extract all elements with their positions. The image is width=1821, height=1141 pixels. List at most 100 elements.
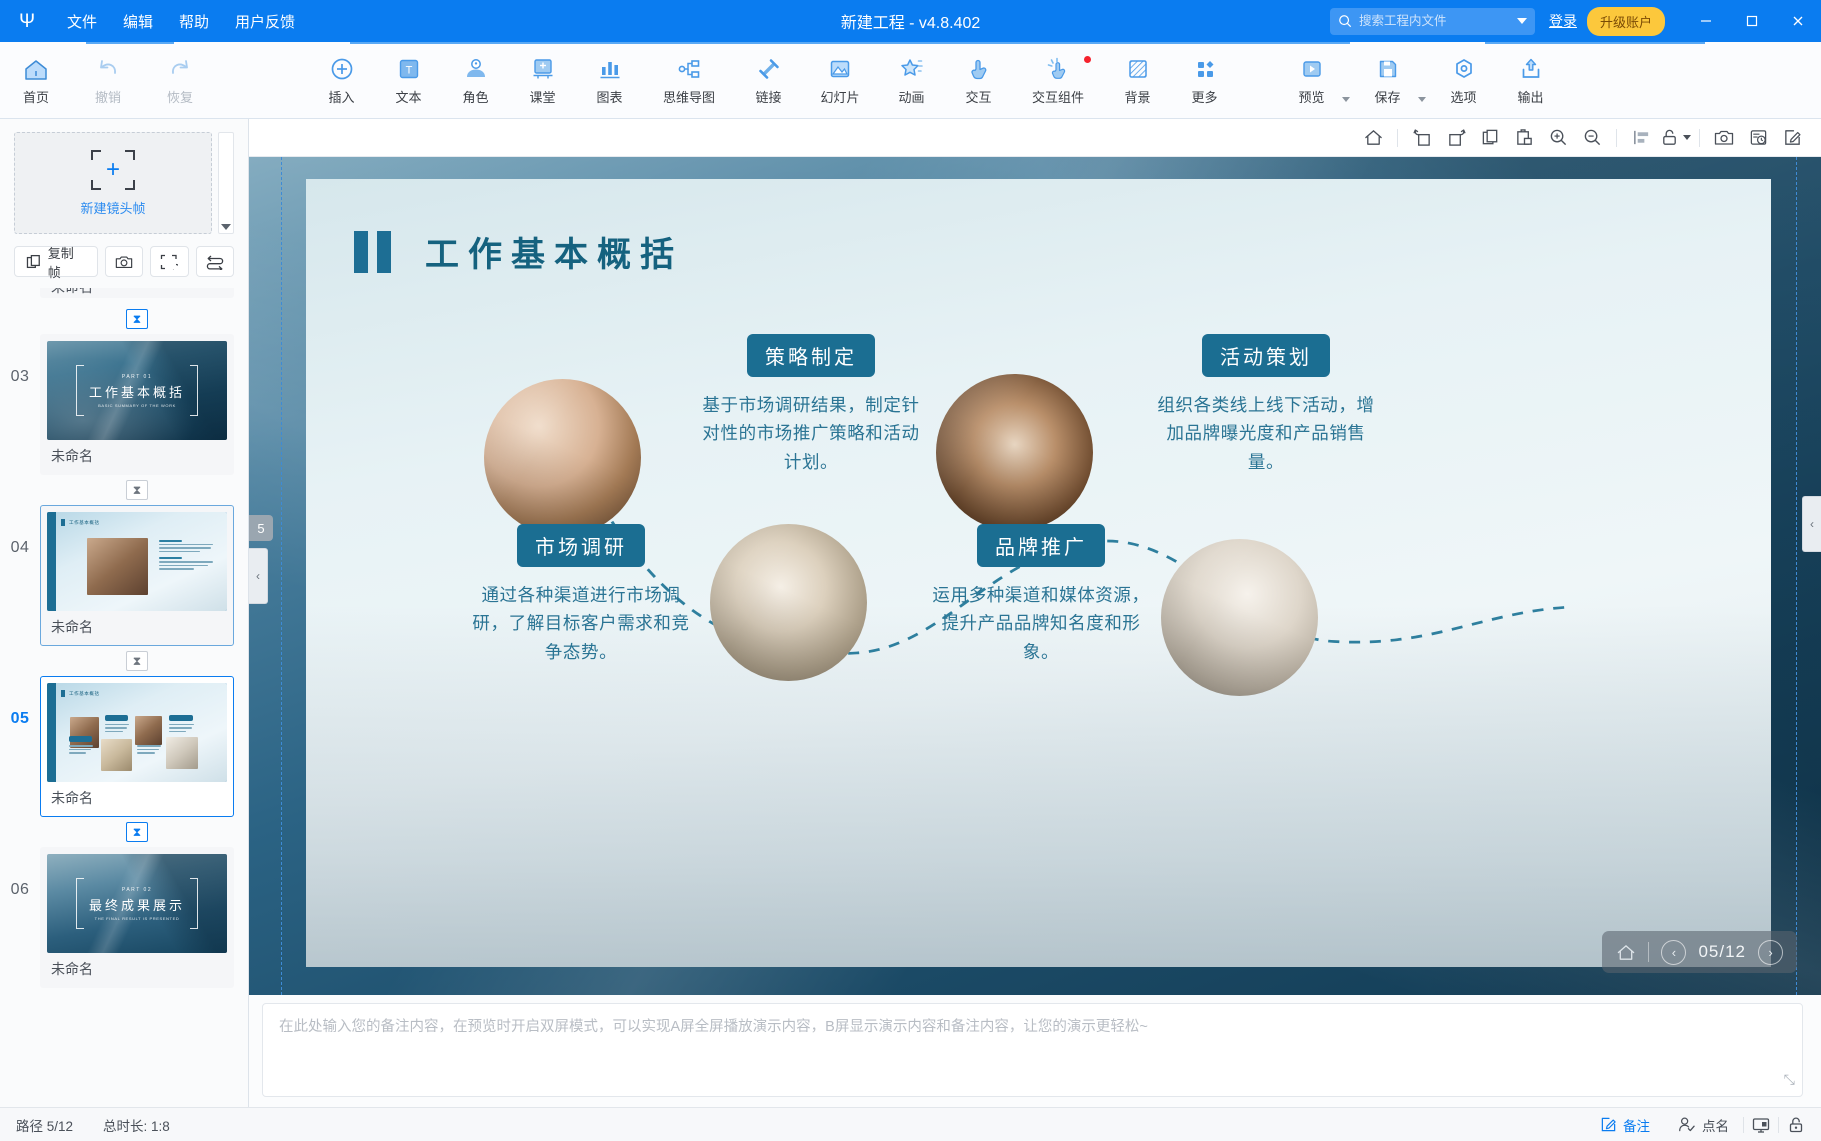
menu-item-help[interactable]: 帮助: [166, 5, 222, 38]
copy-icon: [1482, 129, 1497, 145]
star-animation-icon: [899, 55, 925, 82]
list-item[interactable]: 未命名: [0, 288, 248, 304]
menu-item-edit[interactable]: 编辑: [110, 5, 166, 38]
list-item[interactable]: 04 工作基本概括 未命名: [0, 505, 248, 646]
align-button[interactable]: [1624, 121, 1658, 155]
prev-page-button[interactable]: ‹: [1661, 939, 1687, 965]
presenter-screen-button[interactable]: [1744, 1108, 1778, 1141]
save-disk-icon: [1375, 55, 1401, 82]
ribbon-classroom-button[interactable]: 课堂: [509, 42, 576, 118]
camera-button[interactable]: [104, 246, 144, 277]
ribbon-undo-button[interactable]: 撤销: [72, 42, 144, 118]
rollcall-button[interactable]: 点名: [1664, 1108, 1743, 1141]
new-frame-area: + 新建镜头帧: [0, 119, 248, 234]
login-link[interactable]: 登录: [1549, 11, 1577, 31]
ribbon-interaction-button[interactable]: 交互: [945, 42, 1012, 118]
slide-card[interactable]: PART 02 最终成果展示 THE FINAL RESULT IS PRESE…: [40, 847, 234, 988]
ribbon-background-button[interactable]: 背景: [1104, 42, 1171, 118]
node-market-research[interactable]: 市场调研 通过各种渠道进行市场调研，了解目标客户需求和竞争态势。: [466, 524, 696, 666]
ribbon-role-button[interactable]: 角色: [442, 42, 509, 118]
search-dropdown-icon[interactable]: [1516, 18, 1527, 24]
slide-card[interactable]: 工作基本概括 未命名: [40, 505, 234, 646]
ribbon-export-button[interactable]: 输出: [1497, 42, 1564, 118]
home-icon[interactable]: [1616, 943, 1636, 962]
upgrade-account-button[interactable]: 升级账户: [1586, 6, 1665, 36]
slide-stage[interactable]: 5 工作基本概括 策略制定 基于市场调研结果，制定针对性的市场推广策略和活动计划…: [249, 157, 1821, 995]
list-item[interactable]: 03 PART 01 工作基本概括 BASIC SUMMARY OF THE W…: [0, 334, 248, 475]
rotate-left-icon: [1412, 129, 1430, 146]
node-photo-2[interactable]: [710, 524, 867, 681]
ribbon-slideshow-button[interactable]: 幻灯片: [802, 42, 878, 118]
ribbon-interactive-component-button[interactable]: 交互组件: [1012, 42, 1104, 118]
transition-marker-slot[interactable]: ⧗: [0, 646, 248, 676]
page-navigation[interactable]: ‹ 05/12 ›: [1602, 931, 1797, 973]
zoom-out-button[interactable]: [1575, 121, 1609, 155]
ribbon-animation-button[interactable]: 动画: [878, 42, 945, 118]
ribbon-home-button[interactable]: 首页: [0, 42, 72, 118]
lock-toggle-button[interactable]: [1658, 121, 1692, 155]
ribbon-insert-button[interactable]: 插入: [308, 42, 375, 118]
zoom-out-icon: [1584, 129, 1600, 146]
node-strategy-desc: 基于市场调研结果，制定针对性的市场推广策略和活动计划。: [702, 395, 920, 472]
new-camera-frame-button[interactable]: + 新建镜头帧: [14, 132, 212, 234]
maximize-button[interactable]: [1729, 0, 1775, 42]
menu-item-file[interactable]: 文件: [54, 5, 110, 38]
chevron-down-icon: [221, 224, 231, 230]
snapshot-button[interactable]: [1707, 121, 1741, 155]
slide-card[interactable]: PART 01 工作基本概括 BASIC SUMMARY OF THE WORK…: [40, 334, 234, 475]
slide-list[interactable]: 未命名 ⧗ 03 P: [0, 288, 248, 1107]
copy-frame-button[interactable]: 复制帧: [14, 246, 98, 280]
history-button[interactable]: [1741, 121, 1775, 155]
collapse-right-panel-button[interactable]: ‹: [1802, 496, 1821, 552]
lock-button[interactable]: [1779, 1108, 1813, 1141]
slide-card[interactable]: 工作基本概括 未命名: [40, 676, 234, 817]
swap-order-button[interactable]: [195, 246, 234, 277]
slide-title-group[interactable]: 工作基本概括: [354, 227, 683, 276]
menu-item-feedback[interactable]: 用户反馈: [222, 5, 308, 38]
ribbon-chart-button[interactable]: 图表: [576, 42, 643, 118]
minimize-button[interactable]: [1683, 0, 1729, 42]
copy-button[interactable]: [1473, 121, 1507, 155]
node-strategy[interactable]: 策略制定 基于市场调研结果，制定针对性的市场推广策略和活动计划。: [696, 334, 926, 476]
ribbon-options-button[interactable]: 选项: [1430, 42, 1497, 118]
node-brand-promotion[interactable]: 品牌推广 运用多种渠道和媒体资源，提升产品品牌知名度和形象。: [926, 524, 1156, 666]
ribbon-more-button[interactable]: 更多: [1171, 42, 1238, 118]
transition-marker-slot[interactable]: ⧗: [0, 817, 248, 847]
notes-toggle-button[interactable]: 备注: [1586, 1108, 1664, 1141]
zoom-in-button[interactable]: [1541, 121, 1575, 155]
node-photo-4[interactable]: [1161, 539, 1318, 696]
transition-marker-slot[interactable]: ⧗: [0, 304, 248, 334]
rotate-right-button[interactable]: [1439, 121, 1473, 155]
notes-input[interactable]: 在此处输入您的备注内容，在预览时开启双屏模式，可以实现A屏全屏播放演示内容，B屏…: [262, 1003, 1803, 1097]
chevron-down-icon[interactable]: [1682, 135, 1691, 140]
frames-scroll-stub[interactable]: [218, 132, 234, 234]
canvas-home-button[interactable]: [1356, 121, 1390, 155]
ribbon-mindmap-button[interactable]: 思维导图: [643, 42, 735, 118]
rotate-left-button[interactable]: [1405, 121, 1439, 155]
paste-button[interactable]: [1507, 121, 1541, 155]
copy-frame-label: 复制帧: [47, 245, 74, 280]
ribbon-text-button[interactable]: T 文本: [375, 42, 442, 118]
transition-marker-slot[interactable]: ⧗: [0, 475, 248, 505]
ribbon-link-button[interactable]: 链接: [735, 42, 802, 118]
close-button[interactable]: [1775, 0, 1821, 42]
fit-frame-button[interactable]: [150, 246, 189, 277]
ribbon-redo-button[interactable]: 恢复: [144, 42, 216, 118]
next-page-button[interactable]: ›: [1758, 939, 1783, 965]
node-event-planning[interactable]: 活动策划 组织各类线上线下活动，增加品牌曝光度和产品销售量。: [1151, 334, 1381, 476]
edit-button[interactable]: [1775, 121, 1809, 155]
search-box[interactable]: [1329, 7, 1535, 35]
zoom-level-badge: 5: [249, 515, 273, 541]
slide-name: 未命名: [51, 961, 93, 977]
node-photo-3[interactable]: [936, 374, 1093, 531]
slide-canvas[interactable]: 工作基本概括 策略制定 基于市场调研结果，制定针对性的市场推广策略和活动计划。: [306, 179, 1771, 967]
list-item[interactable]: 06 PART 02 最终成果展示 THE FINAL RESULT IS PR…: [0, 847, 248, 988]
ribbon-preview-button[interactable]: 预览: [1278, 42, 1345, 118]
search-input[interactable]: [1358, 14, 1510, 28]
node-photo-1[interactable]: [484, 379, 641, 536]
ribbon-save-button[interactable]: 保存: [1354, 42, 1421, 118]
list-item[interactable]: 05 工作基本概括 未命名: [0, 676, 248, 817]
close-icon: [1793, 16, 1803, 26]
notes-resize-handle[interactable]: ⤢: [1784, 1069, 1795, 1090]
collapse-left-panel-button[interactable]: ‹: [249, 548, 268, 604]
